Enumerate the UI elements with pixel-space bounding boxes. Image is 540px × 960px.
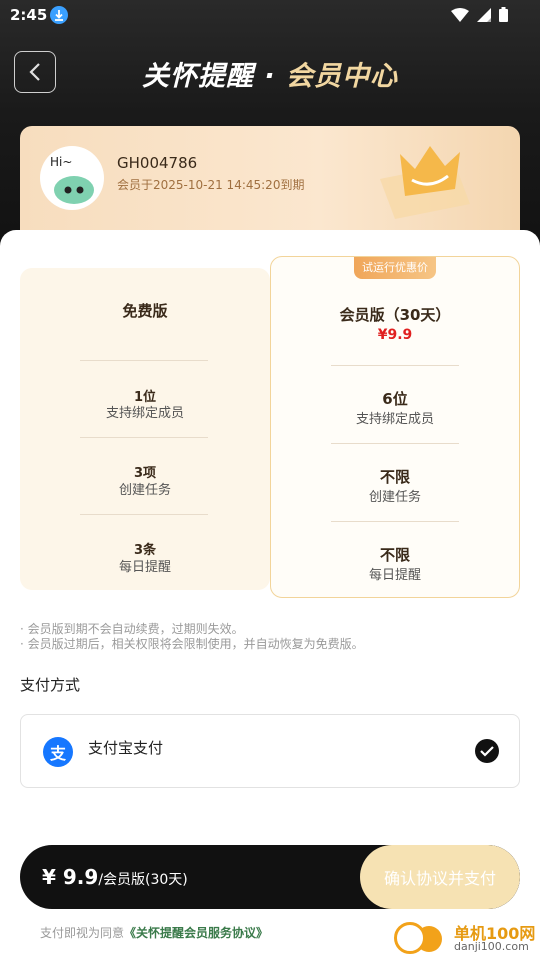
plan-card-vip[interactable]: 试运行优惠价 会员版（30天） ¥9.9 6位 支持绑定成员 不限 创建任务 不… [270,256,520,598]
avatar: Hi~ [40,146,104,210]
feature-value: 6位 [382,390,408,408]
total-price: ¥ 9.9/会员版(30天) [42,865,188,889]
feature-label: 支持绑定成员 [105,406,184,421]
logo-mark [394,922,426,954]
plan-card-free[interactable]: 免费版 1位 支持绑定成员 3项 创建任务 3条 每日提醒 [20,268,270,590]
watermark-logo: 单机100网 danji100.com [388,916,538,960]
divider [331,365,459,366]
download-icon [50,6,68,24]
signal-icon [477,7,491,22]
divider [331,521,459,522]
svg-text:Hi~: Hi~ [50,155,72,169]
battery-icon [499,7,508,22]
feature-label: 支持绑定成员 [355,412,434,427]
note-line: · 会员版到期不会自动续费，过期则失效。 [20,622,244,636]
membership-notes: · 会员版到期不会自动续费，过期则失效。 · 会员版过期后，相关权限将会限制使用… [20,622,364,652]
crown-icon [380,146,470,219]
check-icon[interactable] [475,739,499,763]
payment-option-label: 支付宝支付 [88,739,164,757]
confirm-pay-button[interactable]: 确认协议并支付 [360,845,520,909]
feature-label: 每日提醒 [368,568,421,583]
payment-heading: 支付方式 [20,676,81,694]
expire-date: 会员于2025-10-21 14:45:20到期 [117,178,305,192]
pay-bar: ¥ 9.9/会员版(30天) 确认协议并支付 [20,845,520,909]
agreement-text: 支付即视为同意《关怀提醒会员服务协议》 [40,926,269,940]
plan-name: 会员版（30天） [339,306,451,324]
divider [331,443,459,444]
wifi-icon [451,7,469,22]
payment-option-alipay[interactable]: 支 支付宝支付 [20,714,520,788]
feature-value: 不限 [379,546,410,564]
divider [80,514,208,515]
page-title: 关怀提醒 · 会员中心 [141,61,399,92]
alipay-icon: 支 [43,737,73,767]
promo-badge: 试运行优惠价 [354,257,436,279]
divider [80,360,208,361]
status-time: 2:45 [10,6,48,24]
note-line: · 会员版过期后，相关权限将会限制使用，并自动恢复为免费版。 [20,637,364,651]
agreement-link[interactable]: 《关怀提醒会员服务协议》 [124,926,268,940]
user-id: GH004786 [117,154,198,172]
feature-label: 创建任务 [118,483,171,498]
status-bar: 2:45 [0,0,540,32]
feature-label: 创建任务 [368,490,421,505]
feature-value: 不限 [379,468,410,486]
feature-label: 每日提醒 [118,560,171,575]
plan-name: 免费版 [122,302,168,320]
plan-price: ¥9.9 [377,327,413,343]
divider [80,437,208,438]
